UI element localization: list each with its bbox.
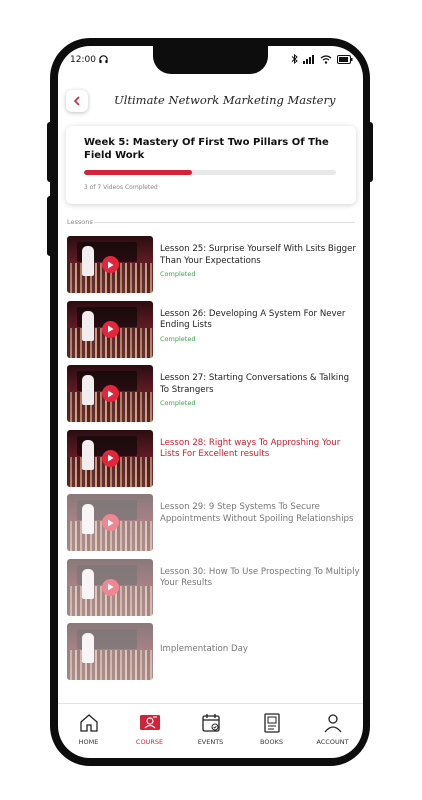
play-icon[interactable] [102, 385, 119, 402]
nav-events[interactable]: EVENTS [180, 710, 241, 752]
lesson-thumbnail[interactable] [67, 236, 153, 293]
status-time: 12:00 [70, 55, 96, 65]
bluetooth-icon [291, 53, 298, 67]
lesson-thumbnail[interactable] [67, 558, 153, 616]
nav-account[interactable]: ACCOUNT [302, 710, 363, 752]
nav-label-account: ACCOUNT [316, 738, 349, 746]
nav-books[interactable]: BOOKS [241, 710, 302, 752]
nav-home[interactable]: HOME [58, 710, 119, 752]
lesson-item[interactable]: Lesson 25: Surprise Yourself With Lsits … [67, 236, 359, 301]
lesson-thumbnail[interactable] [67, 300, 153, 358]
lesson-title[interactable]: Lesson 25: Surprise Yourself With Lsits … [160, 244, 360, 267]
back-button[interactable] [66, 90, 88, 112]
status-bar: 12:00 [68, 52, 353, 70]
lesson-title[interactable]: Lesson 28: Right ways To Approshing Your… [160, 438, 360, 461]
nav-label-course: COURSE [135, 738, 164, 746]
speaker-figure [82, 310, 94, 341]
week-progress-card: Week 5: Mastery Of First Two Pillars Of … [66, 126, 356, 204]
speaker-figure [82, 439, 94, 470]
nav-label-books: BOOKS [260, 738, 283, 746]
chevron-left-icon [73, 96, 80, 106]
lesson-thumbnail[interactable] [67, 494, 153, 551]
wifi-icon [320, 54, 332, 67]
phone-power-button [367, 122, 373, 182]
lesson-item[interactable]: Lesson 27: Starting Conversations & Talk… [67, 365, 359, 430]
speaker-figure [82, 504, 94, 534]
nav-course[interactable]: COURSE [119, 710, 180, 752]
lessons-heading: Lessons [67, 218, 93, 226]
lesson-item[interactable]: Lesson 26: Developing A System For Never… [67, 300, 360, 366]
books-icon [263, 713, 280, 733]
header: Ultimate Network Marketing Mastery [58, 86, 363, 116]
play-icon[interactable] [102, 449, 119, 467]
divider [58, 703, 363, 704]
lesson-thumbnail[interactable] [67, 365, 153, 422]
lesson-list: Lesson 25: Surprise Yourself With Lsits … [67, 236, 360, 688]
calendar-icon [201, 714, 220, 732]
lesson-title[interactable]: Implementation Day [160, 644, 360, 656]
speaker-figure [82, 375, 94, 405]
nav-label-events: EVENTS [197, 738, 224, 746]
course-icon [139, 715, 160, 730]
lesson-status: Completed [160, 334, 196, 343]
progress-bar-fill [84, 170, 193, 175]
audience-crowd [67, 650, 153, 680]
lesson-thumbnail[interactable] [67, 623, 153, 680]
user-icon [323, 714, 342, 733]
lesson-status: Completed [160, 399, 196, 407]
nav-label-home: HOME [78, 738, 99, 746]
lesson-item[interactable]: Lesson 29: 9 Step Systems To Secure Appo… [67, 494, 359, 559]
speaker-figure [82, 633, 94, 663]
play-icon[interactable] [102, 514, 119, 531]
lesson-item[interactable]: Implementation Day [67, 623, 359, 688]
divider [94, 222, 355, 223]
phone-side-button [47, 196, 53, 256]
play-icon[interactable] [102, 256, 119, 273]
play-icon[interactable] [102, 578, 119, 596]
lesson-item[interactable]: Lesson 30: How To Use Prospecting To Mul… [67, 558, 360, 624]
lesson-thumbnail[interactable] [67, 429, 153, 487]
lesson-title[interactable]: Lesson 27: Starting Conversations & Talk… [160, 373, 360, 396]
page-title: Ultimate Network Marketing Mastery [114, 93, 336, 107]
lesson-title[interactable]: Lesson 26: Developing A System For Never… [160, 309, 360, 332]
lesson-title[interactable]: Lesson 30: How To Use Prospecting To Mul… [160, 567, 360, 590]
headset-icon [98, 54, 109, 68]
speaker-figure [82, 568, 94, 599]
phone-side-button [47, 122, 53, 182]
app-screen: 12:00 Ultimate Network Marketing Mastery… [58, 46, 363, 758]
play-icon[interactable] [102, 320, 119, 338]
progress-bar [84, 170, 336, 175]
lesson-title[interactable]: Lesson 29: 9 Step Systems To Secure Appo… [160, 502, 360, 525]
lesson-status: Completed [160, 270, 196, 278]
week-title: Week 5: Mastery Of First Two Pillars Of … [84, 137, 329, 161]
lesson-item[interactable]: Lesson 28: Right ways To Approshing Your… [67, 429, 360, 495]
speaker-figure [82, 246, 94, 276]
videos-completed-text: 3 of 7 Videos Completed [84, 184, 158, 191]
battery-icon [337, 54, 353, 67]
bottom-nav: HOME COURSE EVENTS BOOKS ACCOUNT [58, 710, 363, 752]
home-icon [79, 714, 98, 732]
signal-icon [303, 54, 315, 67]
